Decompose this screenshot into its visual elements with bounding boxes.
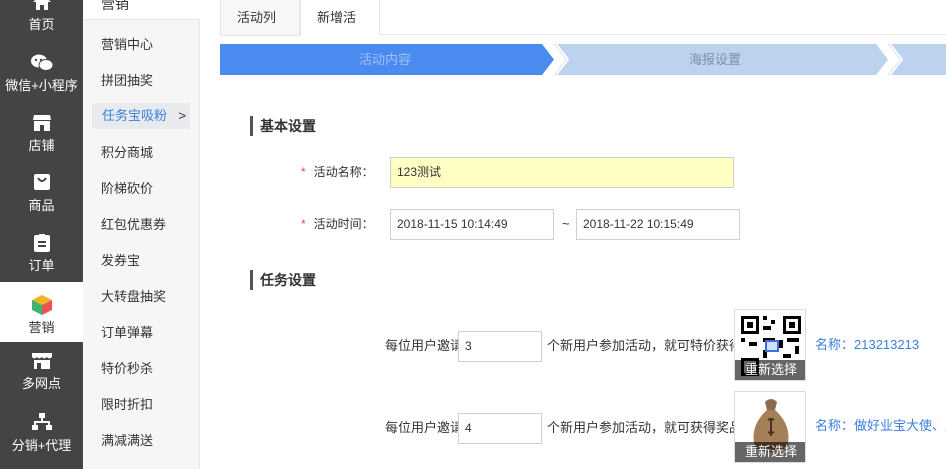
required-mark: * xyxy=(301,165,306,179)
tab-bar: 活动列表 新增活动 xyxy=(220,0,946,61)
store-icon xyxy=(0,115,83,134)
activity-name-label: * 活动名称： xyxy=(301,157,374,187)
nav-item-goods[interactable]: 商品 xyxy=(0,168,83,228)
activity-time-label-text: 活动时间： xyxy=(313,217,374,231)
required-mark: * xyxy=(301,217,306,231)
nav-label: 微信+小程序 xyxy=(5,78,78,93)
nav-label: 订单 xyxy=(28,258,55,273)
bag-icon xyxy=(0,174,83,193)
subnav-item-label: 任务宝吸粉 xyxy=(102,108,168,123)
subnav-item-task[interactable]: 任务宝吸粉 > xyxy=(92,103,190,129)
nav-label: 商品 xyxy=(28,198,55,213)
subnav-item-bargain[interactable]: 阶梯砍价 xyxy=(101,179,153,199)
reselect-button[interactable]: 重新选择 xyxy=(735,442,805,462)
nav-item-store[interactable]: 店铺 xyxy=(0,108,83,168)
invite-prefix: 每位用户邀请 xyxy=(385,420,464,435)
end-time-input[interactable]: 2018-11-22 10:15:49 xyxy=(576,209,740,240)
invite-suffix: 个新用户参加活动，就可获得奖品 xyxy=(547,420,743,435)
step-poster[interactable]: 海报设置 xyxy=(550,44,880,75)
cube-icon xyxy=(0,295,83,318)
subnav-item-group-draw[interactable]: 拼团抽奖 xyxy=(101,71,153,91)
subnav-header: 营销 xyxy=(83,0,200,20)
subnav-item-coupon[interactable]: 发券宝 xyxy=(101,251,140,271)
nav-item-distribution[interactable]: 分销+代理 xyxy=(0,408,83,468)
invite-prefix: 每位用户邀请 xyxy=(385,338,464,353)
nav-label: 多网点 xyxy=(21,376,61,391)
order-icon xyxy=(0,234,83,255)
nav-item-orders[interactable]: 订单 xyxy=(0,228,83,288)
subnav-item-wheel[interactable]: 大转盘抽奖 xyxy=(101,287,166,307)
shop-icon xyxy=(0,353,83,372)
nav-item-multi-store[interactable]: 多网点 xyxy=(0,348,83,408)
nav-label: 营销 xyxy=(28,320,55,335)
nav-item-marketing[interactable]: 营销 xyxy=(0,282,83,342)
step-content[interactable]: 活动内容 xyxy=(220,44,550,75)
step-progress: 活动内容 海报设置 xyxy=(220,44,946,75)
prize-name[interactable]: 名称：做好业宝大使、赠 xyxy=(815,416,946,436)
prize-image[interactable]: 重新选择 xyxy=(734,391,806,463)
subnav-title: 营销 xyxy=(101,0,129,12)
invite-count-input[interactable]: 4 xyxy=(458,413,542,444)
subnav-item-flash-sale[interactable]: 特价秒杀 xyxy=(101,359,153,379)
marketing-subnav: 营销 营销中心 拼团抽奖 任务宝吸粉 > 积分商城 阶梯砍价 红包优惠券 发券宝… xyxy=(83,0,200,469)
subnav-item-barrage[interactable]: 订单弹幕 xyxy=(101,323,153,343)
basic-settings-title: 基本设置 xyxy=(250,116,316,136)
tab-activity-list[interactable]: 活动列表 xyxy=(220,0,300,61)
subnav-item-points-mall[interactable]: 积分商城 xyxy=(101,143,153,163)
prize-name[interactable]: 名称：213213213 xyxy=(815,335,919,355)
home-icon xyxy=(0,0,83,13)
nav-item-home[interactable]: 首页 xyxy=(0,0,83,40)
subnav-item-full-reduction[interactable]: 满减满送 xyxy=(101,431,153,451)
invite-suffix: 个新用户参加活动，就可特价获得 xyxy=(547,338,743,353)
reselect-button[interactable]: 重新选择 xyxy=(735,360,805,380)
main-nav: 首页 微信+小程序 店铺 商品 订单 营销 多网点 分销+代理 xyxy=(0,0,83,469)
start-time-input[interactable]: 2018-11-15 10:14:49 xyxy=(390,209,554,240)
time-separator: ~ xyxy=(562,216,570,231)
org-icon xyxy=(0,413,83,434)
chevron-right-icon: > xyxy=(178,108,186,123)
activity-name-label-text: 活动名称： xyxy=(313,165,374,179)
tab-new-activity[interactable]: 新增活动 xyxy=(300,0,380,61)
nav-item-wechat[interactable]: 微信+小程序 xyxy=(0,48,83,108)
nav-label: 分销+代理 xyxy=(11,438,72,453)
activity-time-label: * 活动时间： xyxy=(301,209,374,239)
subnav-item-redpacket[interactable]: 红包优惠券 xyxy=(101,215,166,235)
activity-name-input[interactable]: 123测试 xyxy=(390,157,734,188)
task-settings-title: 任务设置 xyxy=(250,270,316,290)
wechat-icon xyxy=(0,54,83,75)
nav-label: 首页 xyxy=(28,17,55,32)
subnav-item-discount[interactable]: 限时折扣 xyxy=(101,395,153,415)
main-content: 活动列表 新增活动 活动内容 海报设置 基本设置 * 活动名称： 123测试 * 活… xyxy=(201,0,946,469)
nav-label: 店铺 xyxy=(28,138,55,153)
subnav-item-center[interactable]: 营销中心 xyxy=(101,35,153,55)
invite-count-input[interactable]: 3 xyxy=(458,331,542,362)
prize-image[interactable]: 重新选择 xyxy=(734,309,806,381)
